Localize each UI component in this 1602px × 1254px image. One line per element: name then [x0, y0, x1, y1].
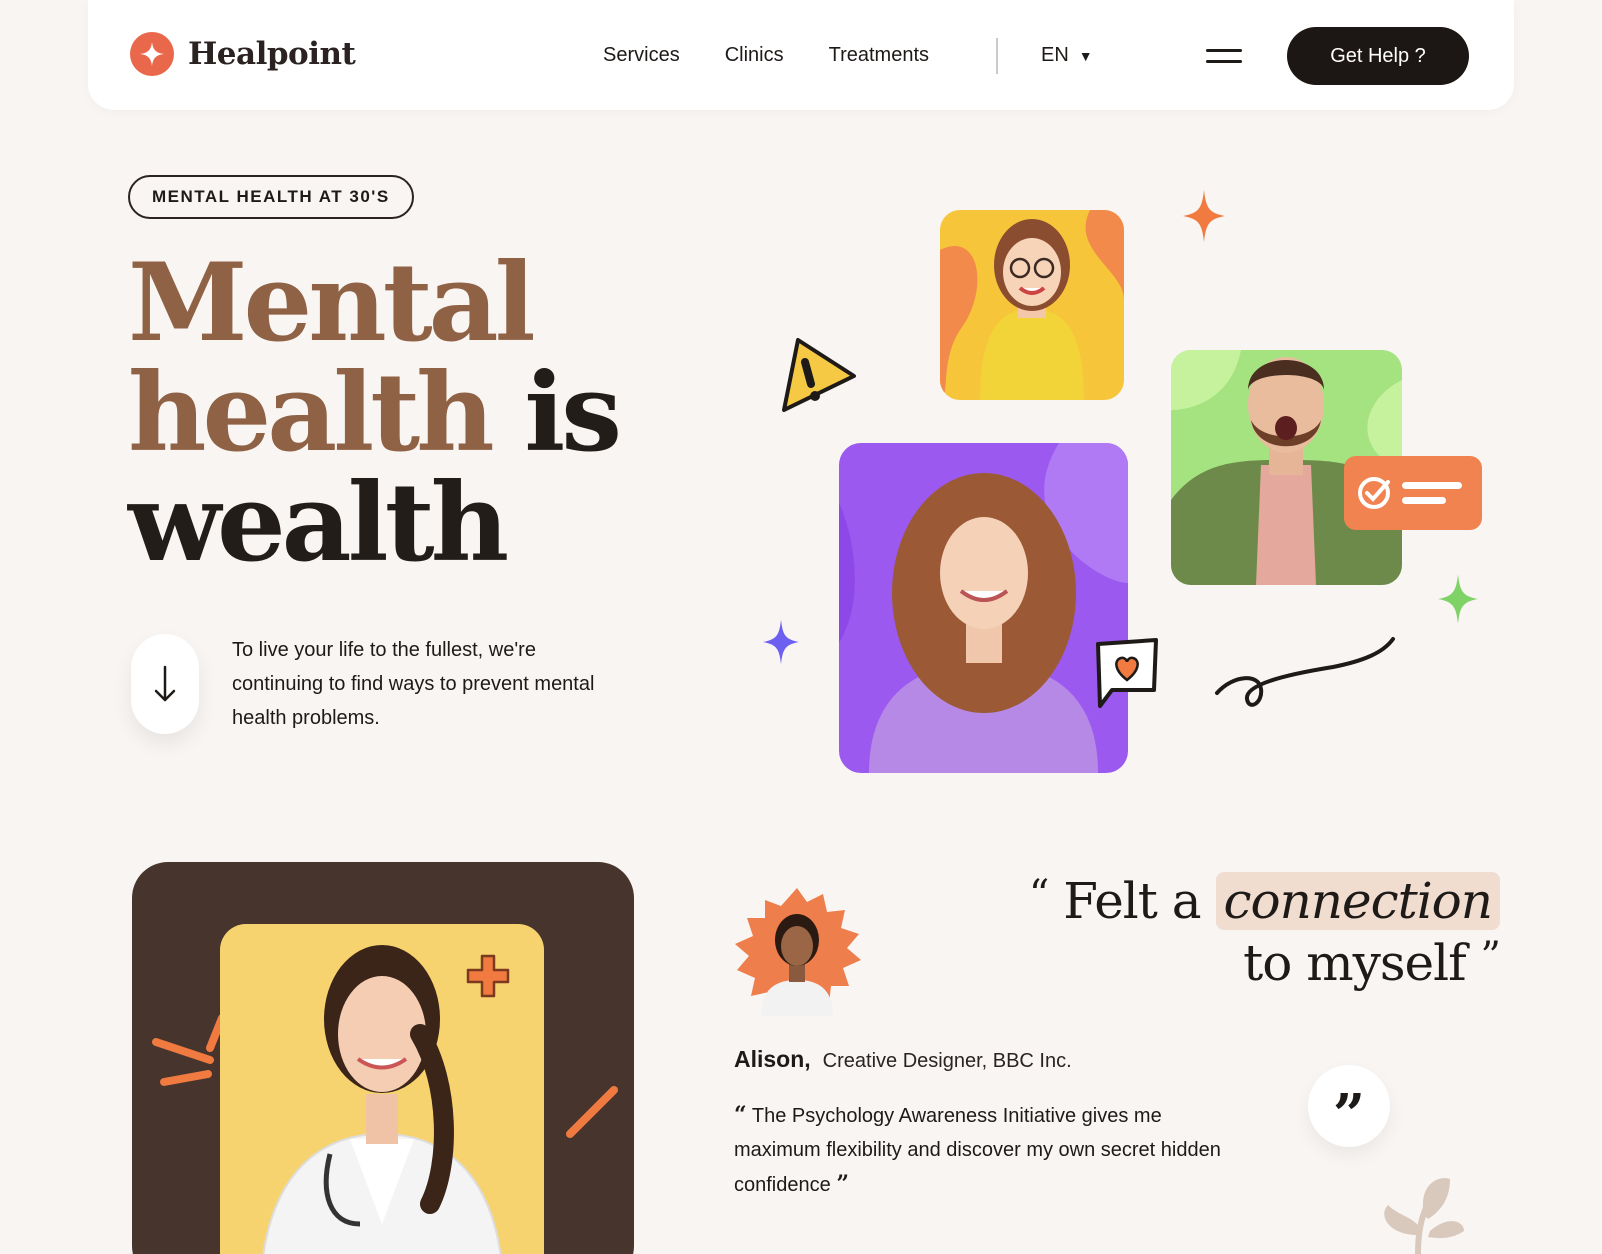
sparkle-icon	[1183, 190, 1225, 242]
brand-logo[interactable]: Healpoint	[130, 32, 356, 76]
sparkle-icon	[1438, 574, 1478, 624]
language-selector[interactable]: EN ▼	[1041, 44, 1093, 67]
menu-icon[interactable]	[1206, 49, 1242, 65]
hero-headline: Mental health is wealth	[128, 248, 748, 578]
get-help-button[interactable]: Get Help ?	[1287, 27, 1469, 85]
scroll-down-button[interactable]	[131, 634, 199, 734]
headline-word-health: health	[128, 350, 495, 476]
quote-close-mark: ”	[1480, 934, 1501, 980]
burst-decoration	[566, 1086, 618, 1138]
testimonial-text: The Psychology Awareness Initiative give…	[734, 1105, 1221, 1196]
avatar	[733, 888, 861, 1016]
sparkle-icon	[763, 619, 799, 665]
main-menu: Services Clinics Treatments	[603, 44, 974, 67]
doctor-feature-card	[132, 862, 634, 1254]
nav-link-treatments[interactable]: Treatments	[829, 44, 929, 67]
author-role: Creative Designer, BBC Inc.	[822, 1050, 1072, 1072]
burst-decoration	[152, 1014, 226, 1086]
nav-divider	[996, 38, 998, 74]
squiggle-decoration	[1215, 637, 1395, 707]
doctor-photo	[220, 924, 544, 1254]
nav-link-services[interactable]: Services	[603, 44, 680, 67]
quote-icon: “	[734, 1102, 747, 1128]
headline-word-mental: Mental	[128, 240, 536, 366]
check-card-icon	[1344, 456, 1482, 530]
quote-highlight-word: connection	[1215, 872, 1500, 930]
brand-name: Healpoint	[188, 36, 356, 72]
quote-open-mark: “	[1028, 872, 1049, 918]
language-label: EN	[1041, 44, 1069, 66]
arrow-down-icon	[154, 665, 176, 702]
testimonial-body: “ The Psychology Awareness Initiative gi…	[734, 1098, 1224, 1202]
quote-part-1: Felt a	[1063, 872, 1201, 930]
testimonial-author: Alison, Creative Designer, BBC Inc.	[734, 1046, 1072, 1073]
headline-word-wealth: wealth	[128, 460, 509, 586]
leaf-icon	[1384, 1178, 1464, 1254]
photo-card-woman-purple	[839, 443, 1128, 773]
photo-card-woman-yellow	[940, 210, 1124, 400]
testimonial-headline: “ Felt a connection to myself ”	[980, 870, 1501, 994]
top-navigation: Healpoint Services Clinics Treatments EN…	[88, 0, 1514, 110]
plus-icon	[466, 954, 510, 998]
hero-subtitle: To live your life to the fullest, we're …	[232, 639, 595, 729]
star-logo-icon	[130, 32, 174, 76]
nav-link-clinics[interactable]: Clinics	[725, 44, 784, 67]
quote-icon: ”	[836, 1171, 849, 1197]
quote-part-2: to myself	[1243, 934, 1466, 992]
chevron-down-icon: ▼	[1078, 47, 1093, 64]
headline-word-is: is	[524, 350, 622, 476]
heart-chat-icon	[1096, 638, 1158, 708]
warning-icon	[782, 338, 856, 412]
page: Healpoint Services Clinics Treatments EN…	[0, 0, 1602, 1254]
quote-icon: ”	[1308, 1065, 1390, 1148]
topic-badge: MENTAL HEALTH AT 30'S	[128, 175, 414, 219]
author-name: Alison,	[734, 1046, 811, 1072]
